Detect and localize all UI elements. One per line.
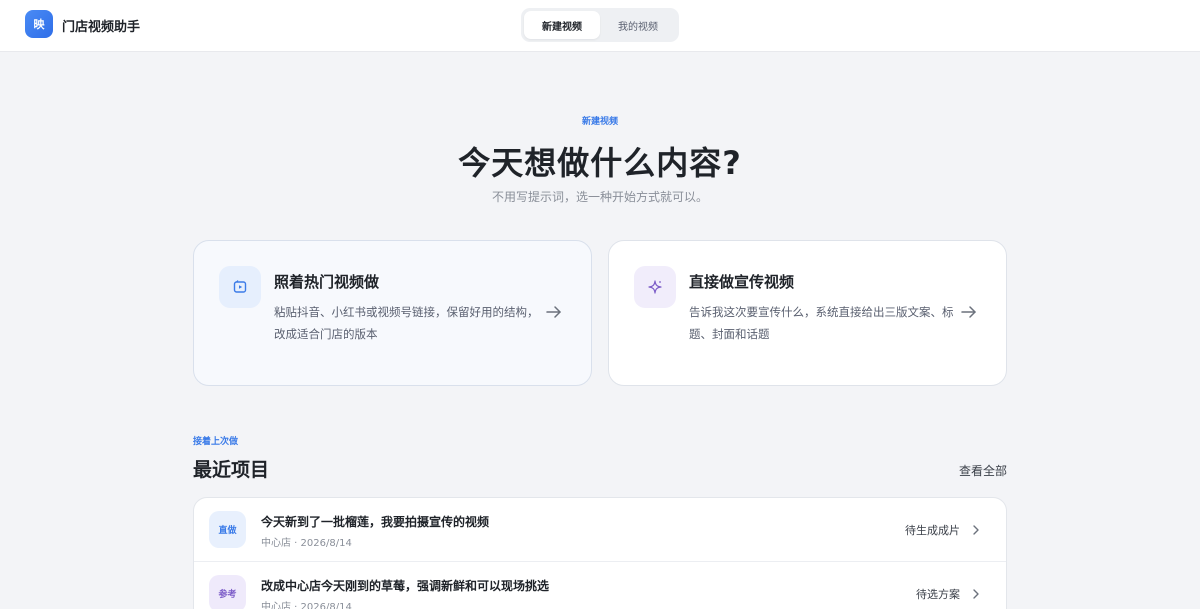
arrow-right-icon	[961, 306, 976, 318]
option-card-direct-promo[interactable]: 直接做宣传视频 告诉我这次要宣传什么，系统直接给出三版文案、标题、封面和话题	[608, 240, 1007, 386]
video-play-icon	[219, 266, 261, 308]
tab-my-videos[interactable]: 我的视频	[600, 11, 676, 39]
option-card-description: 告诉我这次要宣传什么，系统直接给出三版文案、标题、封面和话题	[689, 305, 954, 341]
list-item[interactable]: 参考 改成中心店今天刚到的草莓，强调新鲜和可以现场挑选 中心店 · 2026/8…	[194, 561, 1006, 609]
option-card-description: 粘贴抖音、小红书或视频号链接，保留好用的结构，改成适合门店的版本	[274, 305, 539, 341]
page-subtitle: 不用写提示词，选一种开始方式就可以。	[491, 190, 708, 204]
app-title: 门店视频助手	[62, 20, 141, 35]
chevron-right-icon	[973, 525, 979, 535]
option-card-title: 照着热门视频做	[274, 273, 380, 291]
project-title: 今天新到了一批榴莲，我要拍摄宣传的视频	[261, 515, 490, 529]
status-text: 待选方案	[916, 588, 960, 601]
view-all-link[interactable]: 查看全部	[959, 462, 1007, 479]
recent-title: 最近项目	[193, 459, 270, 481]
hero-eyebrow: 新建视频	[581, 117, 618, 127]
tab-new-video[interactable]: 新建视频	[524, 11, 600, 39]
project-meta: 中心店 · 2026/8/14	[261, 538, 352, 549]
project-type-badge: 直做	[209, 511, 246, 548]
list-item[interactable]: 直做 今天新到了一批榴莲，我要拍摄宣传的视频 中心店 · 2026/8/14 待…	[194, 498, 1006, 561]
status-text: 待生成成片	[905, 524, 960, 537]
arrow-right-icon	[546, 306, 561, 318]
option-card-copy-trending[interactable]: 照着热门视频做 粘贴抖音、小红书或视频号链接，保留好用的结构，改成适合门店的版本	[193, 240, 592, 386]
project-meta: 中心店 · 2026/8/14	[261, 602, 352, 609]
recent-projects-list: 直做 今天新到了一批榴莲，我要拍摄宣传的视频 中心店 · 2026/8/14 待…	[193, 497, 1007, 609]
project-type-badge: 参考	[209, 575, 246, 609]
sparkle-icon	[634, 266, 676, 308]
project-title: 改成中心店今天刚到的草莓，强调新鲜和可以现场挑选	[261, 579, 550, 593]
top-header: 映 门店视频助手 新建视频 我的视频	[0, 0, 1200, 52]
view-switcher: 新建视频 我的视频	[521, 8, 679, 42]
app-logo: 映	[25, 10, 53, 38]
recent-eyebrow: 接着上次做	[193, 437, 239, 447]
option-card-title: 直接做宣传视频	[689, 273, 795, 291]
chevron-right-icon	[973, 589, 979, 599]
page-title: 今天想做什么内容?	[458, 144, 742, 182]
